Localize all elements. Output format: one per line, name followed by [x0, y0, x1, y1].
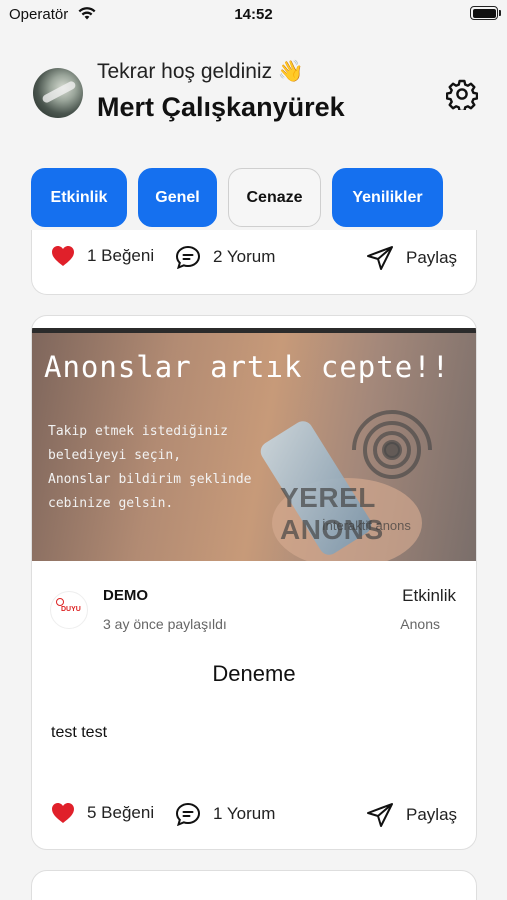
org-logo[interactable]: DUYU: [50, 591, 88, 629]
share-button[interactable]: Paylaş: [366, 245, 457, 271]
post-type: Anons: [400, 616, 440, 632]
comment-button[interactable]: 1 Yorum: [175, 802, 275, 826]
post-actions: 1 Beğeni 2 Yorum Paylaş: [32, 245, 476, 275]
post-card: 1 Beğeni 2 Yorum Paylaş: [31, 230, 477, 295]
org-name[interactable]: DEMO: [103, 587, 148, 604]
filter-chip-yenilikler[interactable]: Yenilikler: [332, 168, 443, 227]
post-category: Etkinlik: [402, 586, 456, 605]
clock: 14:52: [234, 6, 273, 23]
post-timestamp: 3 ay önce paylaşıldı: [103, 616, 227, 632]
post-body: test test: [51, 724, 108, 741]
comment-count: 1 Yorum: [213, 804, 276, 823]
banner-tagline: İnteraktif anons: [322, 518, 411, 533]
banner-brand: YEREL ANONS: [280, 482, 384, 545]
share-button[interactable]: Paylaş: [366, 802, 457, 828]
filter-chip-etkinlik[interactable]: Etkinlik: [31, 168, 127, 227]
send-icon: [366, 802, 394, 828]
filter-chip-genel[interactable]: Genel: [138, 168, 217, 227]
comment-icon: [175, 245, 201, 269]
heart-icon: [51, 245, 75, 267]
banner-headline: Anonslar artık cepte!!: [44, 350, 451, 384]
send-icon: [366, 245, 394, 271]
post-image: Anonslar artık cepte!! Takip etmek isted…: [32, 328, 476, 561]
comment-icon: [175, 802, 201, 826]
banner-subtext: Takip etmek istediğiniz belediyeyi seçin…: [48, 424, 252, 511]
battery-icon: [470, 6, 501, 20]
avatar[interactable]: [33, 68, 83, 118]
heart-icon: [51, 802, 75, 824]
gear-icon[interactable]: [445, 78, 479, 113]
filter-chip-cenaze[interactable]: Cenaze: [228, 168, 321, 227]
status-bar: Operatör 14:52: [0, 0, 507, 30]
post-title: Deneme: [212, 661, 296, 686]
share-label: Paylaş: [406, 805, 458, 824]
share-label: Paylaş: [406, 248, 458, 267]
comment-button[interactable]: 2 Yorum: [175, 245, 275, 269]
greeting-text: Tekrar hoş geldiniz 👋: [97, 60, 305, 83]
comment-count: 2 Yorum: [213, 247, 276, 266]
like-button[interactable]: 1 Beğeni: [51, 245, 154, 267]
post-card[interactable]: [31, 870, 477, 900]
like-count: 1 Beğeni: [87, 246, 155, 265]
like-button[interactable]: 5 Beğeni: [51, 802, 154, 824]
post-card[interactable]: Anonslar artık cepte!! Takip etmek isted…: [31, 315, 477, 850]
like-count: 5 Beğeni: [87, 803, 155, 822]
post-actions: 5 Beğeni 1 Yorum Paylaş: [32, 802, 476, 832]
user-name: Mert Çalışkanyürek: [97, 92, 345, 122]
